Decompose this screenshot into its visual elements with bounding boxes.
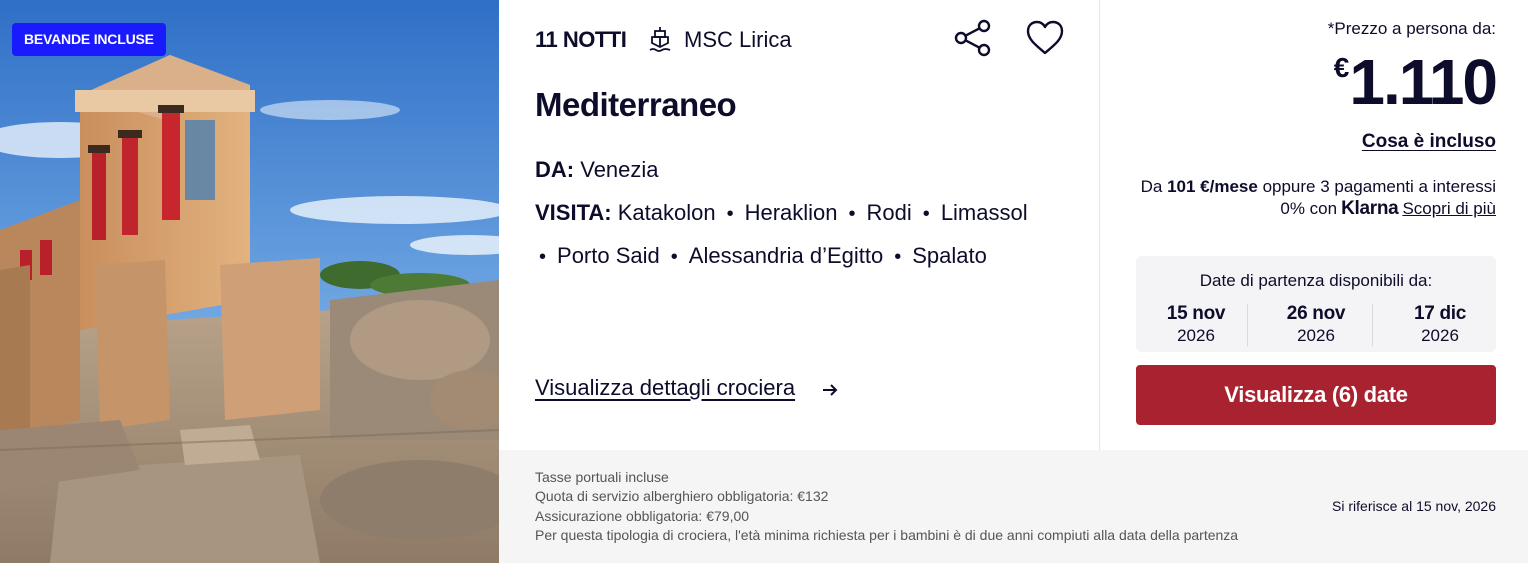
date-day: 15 nov xyxy=(1166,303,1226,324)
port-item: Porto Said xyxy=(557,243,660,268)
note-line: Quota di servizio alberghiero obbligator… xyxy=(535,488,829,505)
cruise-title: Mediterraneo xyxy=(535,86,737,123)
price-panel: *Prezzo a persona da: €1.110 Cosa è incl… xyxy=(1100,0,1528,450)
card-footer: Tasse portuali incluse Quota di servizio… xyxy=(499,450,1528,563)
price-amount: 1.110 xyxy=(1349,46,1498,118)
arrow-right-icon[interactable] xyxy=(821,381,839,399)
port-separator: • xyxy=(894,246,902,268)
price-reference-date: Si riferisce al 15 nov, 2026 xyxy=(1332,498,1496,514)
port-separator: • xyxy=(848,203,856,225)
price-notes: Tasse portuali incluse Quota di servizio… xyxy=(535,468,1238,545)
drinks-included-badge: BEVANDE INCLUSE xyxy=(12,23,166,56)
port-item: Heraklion xyxy=(744,200,838,225)
visit-label: VISITA: xyxy=(535,200,612,225)
departure-dates-title: Date di partenza disponibili da: xyxy=(1199,271,1433,290)
port-item: Rodi xyxy=(866,200,912,225)
departure-date[interactable]: 15 nov 2026 xyxy=(1136,303,1256,346)
port-item: Limassol xyxy=(940,200,1028,225)
cruise-card: BEVANDE INCLUSE 11 NOTTI MSC Lirica Medi… xyxy=(0,0,1528,566)
knossos-palace-photo xyxy=(0,0,499,563)
klarna-text: oppure 3 pagamenti a interessi xyxy=(1262,177,1496,196)
date-year: 2026 xyxy=(1297,326,1335,345)
note-line: Per questa tipologia di crociera, l'età … xyxy=(535,526,1239,543)
departure-dates-box: Date di partenza disponibili da: 15 nov … xyxy=(1136,256,1496,352)
port-separator: • xyxy=(670,246,678,268)
ship-icon xyxy=(649,27,671,52)
departure-port: DA: Venezia xyxy=(535,157,659,183)
price-label: *Prezzo a persona da: xyxy=(1327,19,1496,38)
visited-ports: VISITA: Katakolon • Heraklion • Rodi • Limasso… xyxy=(535,192,1075,278)
date-year: 2026 xyxy=(1177,326,1215,345)
note-line: Assicurazione obbligatoria: €79,00 xyxy=(535,507,750,524)
date-day: 26 nov xyxy=(1286,303,1346,324)
port-item: Katakolon xyxy=(617,200,716,225)
klarna-logo: Klarna xyxy=(1341,198,1399,219)
date-separator xyxy=(1247,304,1248,346)
note-line: Tasse portuali incluse xyxy=(535,469,669,485)
from-label: DA: xyxy=(535,157,575,182)
klarna-zero: 0% con xyxy=(1280,199,1338,218)
share-icon[interactable] xyxy=(954,19,992,57)
ship-name[interactable]: MSC Lirica xyxy=(684,27,792,53)
port-item: Alessandria d’Egitto xyxy=(688,243,884,268)
date-year: 2026 xyxy=(1421,326,1459,345)
port-item: Spalato xyxy=(912,243,987,268)
port-separator: • xyxy=(539,246,547,268)
departure-date[interactable]: 26 nov 2026 xyxy=(1256,303,1376,346)
klarna-monthly: 101 €/mese xyxy=(1167,177,1258,196)
destination-image[interactable]: BEVANDE INCLUSE xyxy=(0,0,499,563)
cruise-details-link[interactable]: Visualizza dettagli crociera xyxy=(535,375,795,401)
from-value: Venezia xyxy=(580,157,659,182)
klarna-discover-link[interactable]: Scopri di più xyxy=(1402,199,1496,218)
date-day: 17 dic xyxy=(1413,303,1467,324)
whats-included-link[interactable]: Cosa è incluso xyxy=(1362,131,1496,153)
date-separator xyxy=(1372,304,1373,346)
cruise-info: 11 NOTTI MSC Lirica Mediterraneo DA: Ven… xyxy=(499,0,1099,450)
heart-icon[interactable] xyxy=(1025,20,1065,56)
klarna-installments: Da 101 €/mese oppure 3 pagamenti a inter… xyxy=(1141,177,1496,197)
view-dates-button[interactable]: Visualizza (6) date xyxy=(1136,365,1496,425)
departure-date[interactable]: 17 dic 2026 xyxy=(1380,303,1500,346)
price-currency: € xyxy=(1333,52,1350,83)
klarna-installments-line2: 0% con Klarna Scopri di più xyxy=(1280,198,1496,220)
klarna-prefix: Da xyxy=(1140,177,1163,196)
price-value: €1.110 xyxy=(1333,42,1498,122)
nights-count: 11 NOTTI xyxy=(535,27,627,52)
port-separator: • xyxy=(922,203,930,225)
port-separator: • xyxy=(726,203,734,225)
